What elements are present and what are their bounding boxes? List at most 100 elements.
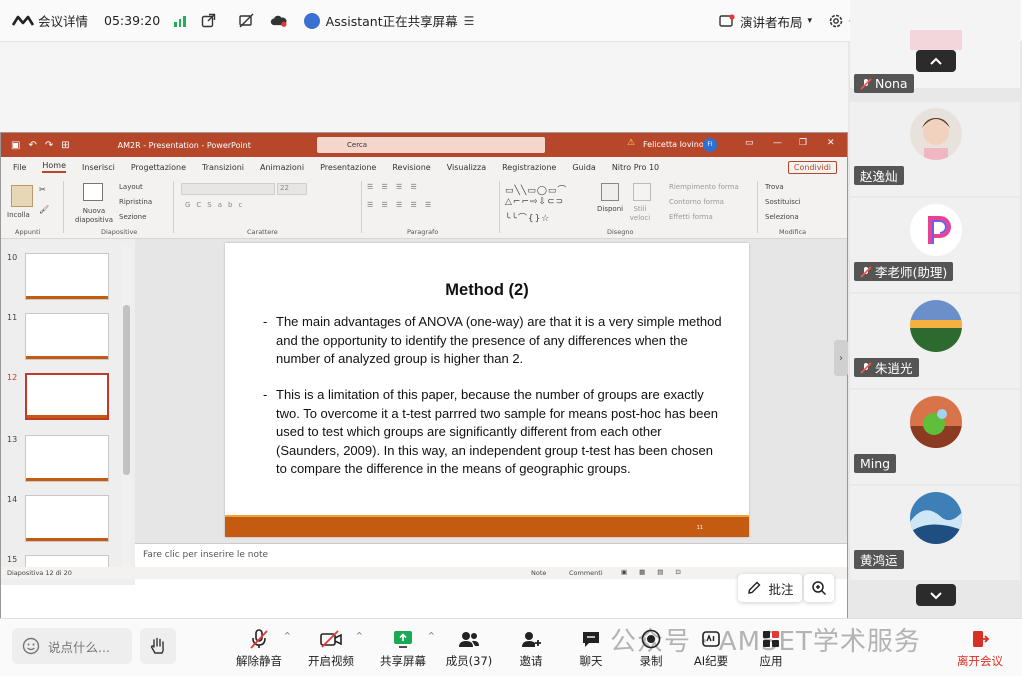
ppt-restore-button[interactable]: ❐	[799, 138, 807, 148]
shape-outline-button[interactable]: Contorno forma	[669, 198, 724, 206]
collapse-panel-handle[interactable]: ›	[834, 340, 848, 376]
chevron-up-icon[interactable]: ^	[356, 631, 363, 640]
ppt-close-button[interactable]: ✕	[827, 138, 835, 148]
raise-hand-button[interactable]	[140, 628, 176, 664]
record-button[interactable]: 录制	[620, 627, 682, 669]
arrange-icon[interactable]	[601, 183, 619, 201]
save-icon[interactable]: ▣	[11, 140, 20, 151]
invite-icon	[522, 632, 541, 647]
shapes-gallery-row2[interactable]: △⌐⌐⇨⇩⊂⊃	[505, 197, 564, 207]
tab-home[interactable]: Home	[42, 161, 67, 173]
tab-visualizza[interactable]: Visualizza	[447, 163, 486, 172]
participant-name: 赵逸灿	[860, 169, 898, 184]
presenter-layout-label: 演讲者布局	[739, 14, 803, 30]
notes-toggle[interactable]: Note	[531, 569, 546, 577]
group-label: Carattere	[247, 228, 278, 236]
select-button[interactable]: Seleziona	[765, 213, 799, 221]
quick-styles-icon[interactable]	[633, 183, 651, 201]
comments-toggle[interactable]: Commenti	[569, 569, 603, 577]
tab-progettazione[interactable]: Progettazione	[131, 163, 186, 172]
no-annotation-icon[interactable]	[238, 12, 256, 30]
zoom-button[interactable]	[804, 574, 834, 602]
ai-minutes-button[interactable]: AI纪要	[680, 627, 742, 669]
share-button[interactable]: Condividi	[787, 160, 837, 174]
font-size-select[interactable]: 22	[277, 183, 307, 195]
participant-name: 朱逍光	[875, 361, 913, 376]
chat-quick-input[interactable]: 说点什么...	[12, 628, 132, 664]
tab-guida[interactable]: Guida	[572, 163, 595, 172]
paste-icon[interactable]	[11, 185, 33, 207]
replace-button[interactable]: Sostituisci	[765, 198, 801, 206]
slide-thumbnail[interactable]	[25, 253, 109, 300]
ribbon-options-icon[interactable]: ▭	[745, 138, 754, 148]
presenter-layout-button[interactable]: 演讲者布局 ▾	[719, 12, 812, 31]
slide-thumbnail[interactable]	[25, 435, 109, 482]
participant-tile[interactable]: Nona	[850, 0, 1020, 93]
scroll-up-button[interactable]	[916, 50, 956, 72]
shapes-gallery[interactable]: ▭╲╲▭◯▭⌒	[505, 183, 567, 196]
cloud-record-icon[interactable]	[270, 12, 288, 30]
apps-button[interactable]: 应用	[740, 627, 802, 669]
notes-pane[interactable]: Fare clic per inserire le note	[135, 543, 847, 567]
popout-window-icon[interactable]	[200, 12, 218, 30]
chevron-up-icon[interactable]: ^	[428, 631, 435, 640]
shape-fill-button[interactable]: Riempimento forma	[669, 183, 739, 191]
new-slide-icon[interactable]	[83, 183, 103, 201]
mic-off-icon	[860, 361, 872, 374]
tab-registrazione[interactable]: Registrazione	[502, 163, 556, 172]
participant-tile[interactable]: 赵逸灿	[850, 102, 1020, 196]
participant-tile[interactable]: 黄鸿运	[850, 486, 1020, 580]
font-family-select[interactable]	[181, 183, 275, 195]
slide-thumbnail[interactable]	[25, 555, 109, 567]
align-buttons[interactable]: ☰ ☰ ☰ ☰ ☰	[367, 201, 434, 209]
find-button[interactable]: Trova	[765, 183, 784, 191]
reset-button[interactable]: Ripristina	[119, 198, 152, 206]
list-buttons[interactable]: ☰ ☰ ☰ ☰	[367, 183, 420, 191]
powerpoint-window: ▣ ↶ ↷ ⊞ AM2R - Presentation - PowerPoint…	[0, 132, 848, 628]
annotate-button[interactable]: 批注	[738, 574, 802, 602]
chat-button[interactable]: 聊天	[560, 627, 622, 669]
hand-icon	[150, 637, 164, 654]
slide-thumbnail-selected[interactable]	[25, 373, 109, 420]
slide-thumbnail[interactable]	[25, 313, 109, 360]
avatar	[910, 30, 962, 50]
tab-presentazione[interactable]: Presentazione	[320, 163, 376, 172]
cut-icon[interactable]: ✂	[39, 185, 46, 194]
invite-button[interactable]: 邀请	[500, 627, 562, 669]
participant-name-tag: Ming	[854, 454, 897, 473]
view-buttons[interactable]: ▣▦▤⊡	[621, 568, 693, 576]
shape-effects-button[interactable]: Effetti forma	[669, 213, 713, 221]
present-icon[interactable]: ⊞	[61, 140, 69, 151]
section-button[interactable]: Sezione	[119, 213, 146, 221]
participant-tile[interactable]: 朱逍光	[850, 294, 1020, 388]
leave-meeting-button[interactable]: 离开会议	[952, 627, 1008, 669]
members-button[interactable]: 成员(37)	[438, 627, 500, 669]
chevron-up-icon[interactable]: ^	[284, 631, 291, 640]
screen-sharing-indicator[interactable]: Assistant正在共享屏幕 ☰	[303, 11, 474, 30]
tab-nitro[interactable]: Nitro Pro 10	[612, 163, 659, 172]
redo-icon[interactable]: ↷	[45, 140, 53, 151]
tab-animazioni[interactable]: Animazioni	[260, 163, 304, 172]
participant-tile[interactable]: Ming	[850, 390, 1020, 484]
meeting-details-button[interactable]: 会议详情	[0, 11, 88, 30]
ppt-minimize-button[interactable]: —	[773, 138, 782, 148]
participant-tile[interactable]: 李老师(助理)	[850, 198, 1020, 292]
unmute-button[interactable]: 解除静音	[228, 627, 290, 669]
format-buttons[interactable]: GCSabc	[185, 201, 248, 209]
tab-transizioni[interactable]: Transizioni	[202, 163, 244, 172]
start-video-button[interactable]: 开启视频	[300, 627, 362, 669]
format-painter-icon[interactable]: 🖌	[39, 205, 49, 214]
shapes-gallery-row3[interactable]: ╰╰⌒{}☆	[505, 211, 550, 224]
tab-revisione[interactable]: Revisione	[392, 163, 430, 172]
scroll-down-button[interactable]	[916, 584, 956, 606]
ppt-search-box[interactable]: Cerca	[317, 137, 545, 153]
tab-inserisci[interactable]: Inserisci	[82, 163, 115, 172]
sharing-status-text: Assistant正在共享屏幕	[325, 14, 458, 29]
undo-icon[interactable]: ↶	[28, 140, 36, 151]
share-screen-button[interactable]: 共享屏幕	[372, 627, 434, 669]
tab-file[interactable]: File	[13, 163, 26, 172]
layout-button[interactable]: Layout	[119, 183, 143, 191]
thumbnail-scrollbar[interactable]	[122, 245, 131, 579]
current-slide[interactable]: Method (2) - The main advantages of ANOV…	[225, 243, 749, 537]
slide-thumbnail[interactable]	[25, 495, 109, 542]
